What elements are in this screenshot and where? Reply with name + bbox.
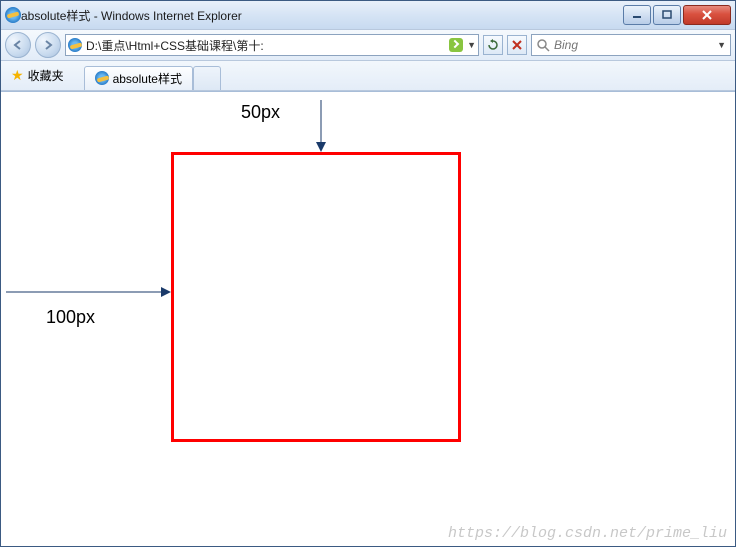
- arrow-down-icon: [311, 100, 331, 155]
- favorites-bar: ★ 收藏夹 absolute样式: [1, 61, 735, 91]
- search-input[interactable]: [554, 38, 713, 52]
- address-text: D:\重点\Html+CSS基础课程\第十:: [86, 37, 445, 54]
- search-box[interactable]: ▼: [531, 34, 731, 56]
- positioned-box: [171, 152, 461, 442]
- watermark-text: https://blog.csdn.net/prime_liu: [448, 525, 727, 542]
- tab-title: absolute样式: [113, 70, 182, 87]
- forward-button[interactable]: [35, 32, 61, 58]
- refresh-button[interactable]: [483, 35, 503, 55]
- close-button[interactable]: [683, 5, 731, 25]
- favorites-label: 收藏夹: [28, 67, 64, 84]
- arrow-left-icon: [12, 39, 24, 51]
- tab-active[interactable]: absolute样式: [84, 66, 193, 90]
- stop-button[interactable]: [507, 35, 527, 55]
- close-icon: [701, 9, 713, 21]
- favorites-button[interactable]: ★ 收藏夹: [7, 65, 68, 86]
- dropdown-icon[interactable]: ▼: [467, 40, 476, 50]
- minimize-button[interactable]: [623, 5, 651, 25]
- ie-icon: [5, 7, 21, 23]
- page-icon: [68, 38, 82, 52]
- address-bar[interactable]: D:\重点\Html+CSS基础课程\第十: ▼: [65, 34, 479, 56]
- ie-window: absolute样式 - Windows Internet Explorer D…: [0, 0, 736, 547]
- tab-strip: absolute样式: [84, 62, 221, 90]
- maximize-button[interactable]: [653, 5, 681, 25]
- refresh-icon: [487, 39, 499, 51]
- arrow-right-icon: [42, 39, 54, 51]
- navigation-bar: D:\重点\Html+CSS基础课程\第十: ▼ ▼: [1, 29, 735, 61]
- search-icon: [536, 38, 550, 52]
- titlebar: absolute样式 - Windows Internet Explorer: [1, 1, 735, 29]
- minimize-icon: [632, 11, 642, 19]
- star-icon: ★: [11, 67, 24, 84]
- compat-icon: [449, 38, 463, 52]
- stop-icon: [512, 40, 522, 50]
- top-offset-label: 50px: [241, 102, 280, 123]
- window-controls: [621, 5, 731, 25]
- new-tab-button[interactable]: [193, 66, 221, 90]
- arrow-right-icon: [6, 282, 174, 302]
- back-button[interactable]: [5, 32, 31, 58]
- search-dropdown-icon[interactable]: ▼: [717, 40, 726, 50]
- page-content: 50px 100px https://blog.csdn.net/prime_l…: [1, 91, 735, 546]
- tab-icon: [95, 71, 109, 85]
- maximize-icon: [662, 10, 672, 20]
- left-offset-label: 100px: [46, 307, 95, 328]
- window-title: absolute样式 - Windows Internet Explorer: [21, 7, 621, 24]
